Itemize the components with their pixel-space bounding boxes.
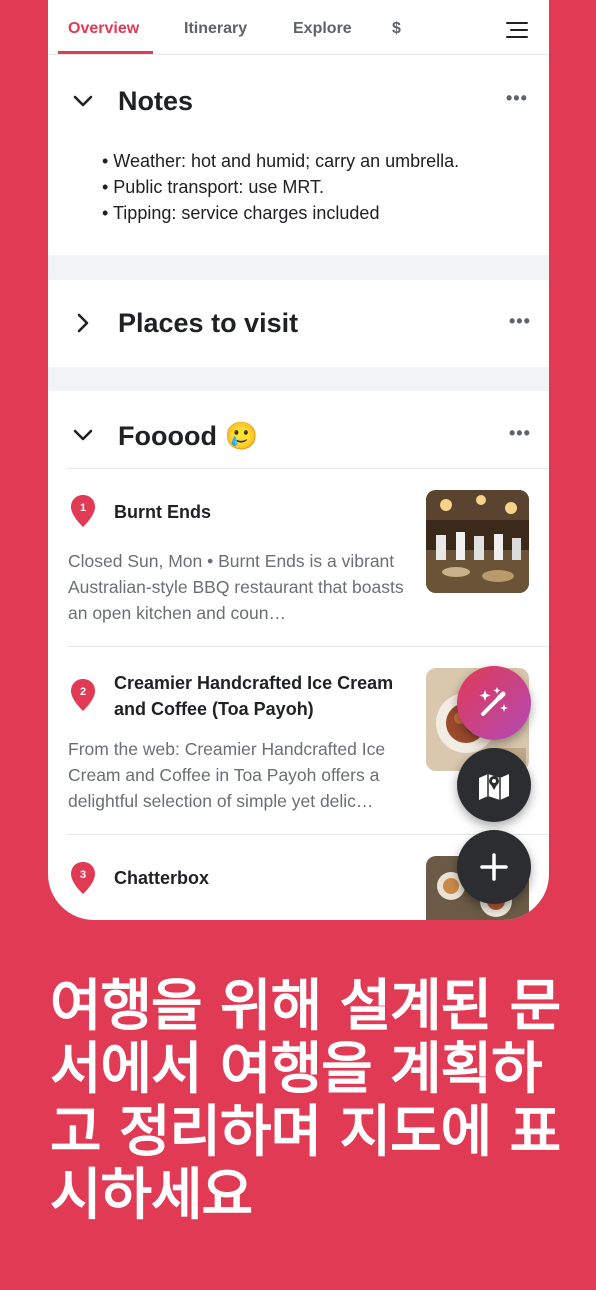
note-line: • Public transport: use MRT. <box>102 177 325 197</box>
food-more-icon[interactable]: ••• <box>509 423 531 444</box>
ai-assist-button[interactable] <box>457 666 531 740</box>
top-tab-bar: Overview Itinerary Explore $ <box>48 0 549 55</box>
divider <box>68 468 549 469</box>
map-view-button[interactable] <box>457 748 531 822</box>
note-line: • Weather: hot and humid; carry an umbre… <box>102 151 460 171</box>
places-more-icon[interactable]: ••• <box>509 311 531 332</box>
note-line: • Tipping: service charges included <box>102 203 380 223</box>
map-pin-icon: 2 <box>71 679 95 711</box>
section-separator <box>48 255 549 280</box>
place-description: Closed Sun, Mon • Burnt Ends is a vibran… <box>68 551 404 623</box>
notes-content[interactable]: • Weather: hot and humid; carry an umbre… <box>102 148 459 226</box>
section-separator <box>48 367 549 391</box>
active-tab-indicator <box>58 51 153 54</box>
menu-icon[interactable] <box>506 22 528 38</box>
add-button[interactable] <box>457 830 531 904</box>
food-section-title: Fooood 🥲 <box>118 421 259 451</box>
places-section-title: Places to visit <box>118 308 299 338</box>
notes-section-title: Notes <box>118 86 194 116</box>
chevron-right-icon[interactable] <box>72 312 94 334</box>
map-icon <box>479 774 509 800</box>
notes-more-icon[interactable]: ••• <box>506 88 528 109</box>
map-pin-icon: 1 <box>71 495 95 527</box>
place-photo <box>426 490 529 593</box>
divider <box>68 646 549 647</box>
place-name: Chatterbox <box>114 868 210 888</box>
pin-number: 1 <box>80 502 86 514</box>
tab-overview[interactable]: Overview <box>68 20 139 38</box>
pin-number: 2 <box>80 686 86 698</box>
place-description: From the web: Creamier Handcrafted Ice C… <box>68 739 386 811</box>
chevron-down-icon[interactable] <box>72 90 94 112</box>
tab-budget[interactable]: $ <box>392 20 401 38</box>
plus-icon <box>480 853 508 881</box>
magic-wand-icon <box>479 687 508 716</box>
pin-number: 3 <box>80 869 86 881</box>
chevron-down-icon[interactable] <box>72 424 94 446</box>
app-screen: Overview Itinerary Explore $ Notes ••• •… <box>48 0 549 920</box>
tab-itinerary[interactable]: Itinerary <box>184 20 247 38</box>
promo-headline: 여행을 위해 설계된 문서에서 여행을 계획하고 정리하며 지도에 표시하세요 <box>50 974 561 1228</box>
place-name: Burnt Ends <box>114 502 211 522</box>
map-pin-icon: 3 <box>71 862 95 894</box>
place-name: Creamier Handcrafted Ice Cream and Coffe… <box>114 673 394 719</box>
tab-explore[interactable]: Explore <box>293 20 352 38</box>
